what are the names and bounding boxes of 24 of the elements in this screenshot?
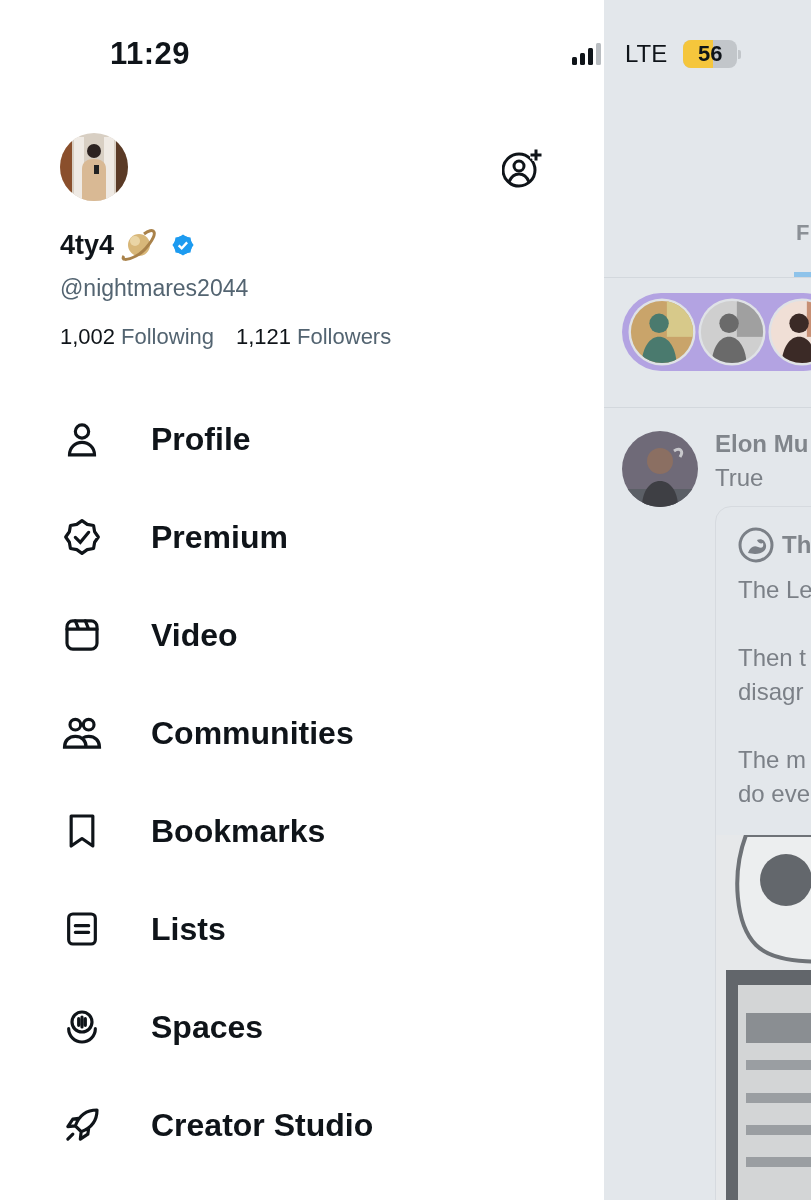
check-badge-icon[interactable] <box>62 517 102 557</box>
username: @nightmares2044 <box>60 275 250 302</box>
stories-bar[interactable] <box>622 293 811 371</box>
menu-item[interactable]: Creator Studio <box>151 1106 374 1144</box>
follow-count-link[interactable]: 1,121 Followers <box>236 324 392 350</box>
network-label: LTE <box>625 40 668 68</box>
status-time: 11:29 <box>110 36 191 72</box>
quote-text: The m do eve <box>738 745 811 809</box>
menu-item[interactable]: Lists <box>151 910 226 948</box>
menu-item[interactable]: Premium <box>151 518 288 556</box>
menu-item[interactable]: Bookmarks <box>151 812 326 850</box>
avatar-icon[interactable] <box>738 527 774 563</box>
signal-icon <box>572 43 601 65</box>
display-name: 4ty4 <box>60 229 115 261</box>
menu-item[interactable]: Video <box>151 616 238 654</box>
post-text: True <box>715 464 765 492</box>
follow-count-link[interactable]: 1,002 Following <box>60 324 214 350</box>
menu-item[interactable]: Spaces <box>151 1008 264 1046</box>
menu-item[interactable]: Profile <box>151 420 251 458</box>
planet-icon <box>120 226 159 264</box>
menu-item[interactable]: Communities <box>151 714 354 752</box>
add-account-icon[interactable] <box>502 149 544 189</box>
quote-text: Then t disagr <box>738 643 808 707</box>
quote-text: The Le <box>738 575 811 605</box>
